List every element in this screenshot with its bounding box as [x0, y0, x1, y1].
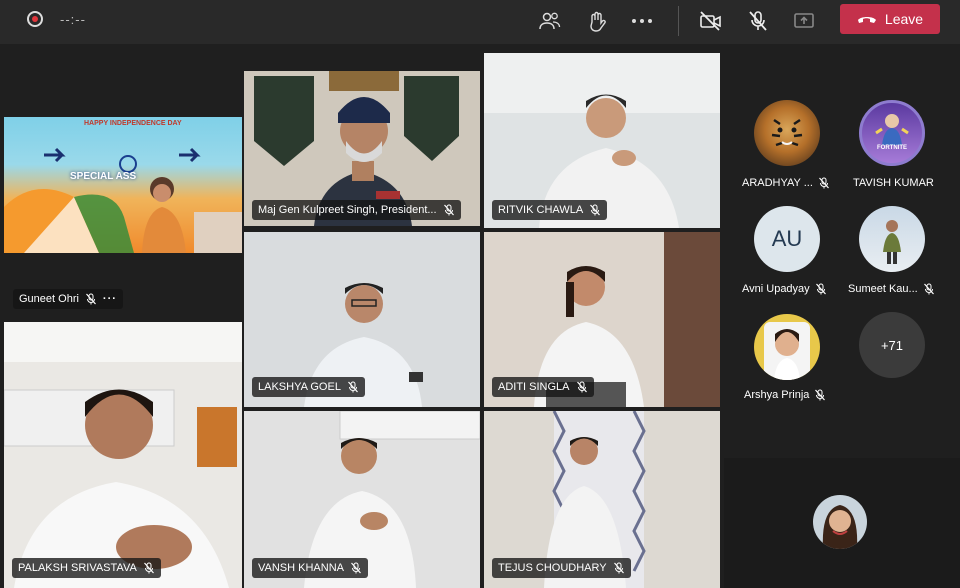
- roster-item-sumeet[interactable]: Sumeet Kau...: [848, 283, 935, 295]
- name-tag: LAKSHYA GOEL: [252, 377, 365, 397]
- mic-off-icon: [443, 204, 454, 216]
- person-photo-icon: [822, 505, 858, 549]
- roster-name: TAVISH KUMAR: [853, 177, 934, 189]
- overflow-count: +71: [880, 337, 904, 353]
- name-tag: Maj Gen Kulpreet Singh, President...: [252, 200, 461, 220]
- avatar-initials: AU: [771, 226, 803, 251]
- avatar-avni-upadyay[interactable]: AU: [754, 206, 820, 272]
- name-tag: VANSH KHANNA: [252, 558, 368, 578]
- banner-line-1: HAPPY INDEPENDENCE DAY: [84, 120, 182, 127]
- video-tile-lakshya-goel[interactable]: LAKSHYA GOEL: [244, 232, 480, 407]
- roster-item-tavish-kumar[interactable]: TAVISH KUMAR: [853, 177, 934, 189]
- roster-name: Avni Upadyay: [742, 283, 810, 295]
- banner-line-2: SPECIAL ASS: [70, 171, 137, 182]
- avatar-arshya-prinja[interactable]: [754, 314, 820, 380]
- mic-off-icon: [590, 204, 601, 216]
- mic-off-icon: [351, 562, 361, 574]
- name-tag: RITVIK CHAWLA: [492, 200, 608, 220]
- mic-off-icon: [818, 177, 829, 189]
- roster-name: Arshya Prinja: [744, 389, 810, 401]
- person-photo-icon: [764, 322, 810, 380]
- leave-button[interactable]: Leave: [840, 4, 940, 34]
- roster-item-aradhyay[interactable]: ARADHYAY ...: [742, 177, 830, 189]
- mic-off-icon: [923, 283, 934, 295]
- video-feed: [4, 322, 242, 588]
- more-options-icon[interactable]: [629, 10, 655, 32]
- avatar-aradhyay[interactable]: [754, 100, 820, 166]
- video-tile-palaksh-srivastava[interactable]: PALAKSH SRIVASTAVA: [4, 322, 242, 588]
- meeting-timer: --:--: [60, 12, 86, 27]
- leave-label: Leave: [884, 11, 924, 27]
- video-tile-maj-gen[interactable]: Maj Gen Kulpreet Singh, President...: [244, 71, 480, 226]
- recording-icon: [27, 11, 43, 27]
- name-tag: TEJUS CHOUDHARY: [492, 558, 631, 578]
- participant-name: ADITI SINGLA: [498, 381, 570, 393]
- mic-off-icon: [815, 283, 826, 295]
- camera-off-icon[interactable]: [698, 10, 724, 32]
- people-icon[interactable]: [537, 10, 563, 32]
- phone-hangup-icon: [857, 17, 876, 23]
- avatar-sumeet[interactable]: [859, 206, 925, 272]
- mic-off-icon: [348, 381, 358, 393]
- avatar-badge: FORTNITE: [877, 145, 907, 151]
- share-screen-icon[interactable]: [791, 10, 817, 32]
- participant-name: Maj Gen Kulpreet Singh, President...: [258, 204, 437, 216]
- name-tag: ADITI SINGLA: [492, 377, 594, 397]
- name-tag-guneet-ohri: Guneet Ohri ···: [13, 289, 123, 309]
- mic-off-icon: [85, 293, 96, 305]
- roster-item-avni-upadyay[interactable]: Avni Upadyay: [742, 283, 827, 295]
- self-avatar[interactable]: [813, 495, 867, 549]
- participant-roster: ARADHYAY ... FORTNITE TAVISH KUMAR AU Av…: [724, 44, 960, 458]
- video-tile-guneet-ohri[interactable]: HAPPY INDEPENDENCE DAY SPECIAL ASS: [4, 117, 242, 253]
- video-tile-tejus-choudhary[interactable]: TEJUS CHOUDHARY: [484, 411, 720, 588]
- roster-name: ARADHYAY ...: [742, 177, 813, 189]
- participant-name: LAKSHYA GOEL: [258, 381, 341, 393]
- participant-name: VANSH KHANNA: [258, 562, 344, 574]
- participant-name: Guneet Ohri: [19, 293, 79, 305]
- roster-name: Sumeet Kau...: [848, 283, 918, 295]
- presentation-illustration: [4, 147, 242, 253]
- participant-name: RITVIK CHAWLA: [498, 204, 584, 216]
- video-tile-aditi-singla[interactable]: ADITI SINGLA: [484, 232, 720, 407]
- game-character-icon: [875, 114, 909, 145]
- participant-name: PALAKSH SRIVASTAVA: [18, 562, 137, 574]
- mic-off-icon[interactable]: [745, 10, 771, 32]
- more-participants-button[interactable]: +71: [859, 312, 925, 378]
- tile-more-icon[interactable]: ···: [103, 293, 117, 305]
- mic-off-icon: [143, 562, 154, 574]
- video-tile-ritvik-chawla[interactable]: RITVIK CHAWLA: [484, 53, 720, 228]
- person-photo-icon: [883, 220, 901, 264]
- toolbar-divider: [678, 6, 679, 36]
- mic-off-icon: [613, 562, 624, 574]
- tiger-icon: [771, 118, 803, 147]
- participant-name: TEJUS CHOUDHARY: [498, 562, 607, 574]
- meeting-toolbar: --:-- Leave: [0, 0, 960, 44]
- mic-off-icon: [576, 381, 587, 393]
- self-view-panel: [724, 458, 960, 588]
- raise-hand-icon[interactable]: [584, 10, 610, 32]
- avatar-tavish-kumar[interactable]: FORTNITE: [859, 100, 925, 166]
- name-tag: PALAKSH SRIVASTAVA: [12, 558, 161, 578]
- roster-item-arshya-prinja[interactable]: Arshya Prinja: [744, 389, 826, 401]
- video-tile-vansh-khanna[interactable]: VANSH KHANNA: [244, 411, 480, 588]
- mic-off-icon: [815, 389, 826, 401]
